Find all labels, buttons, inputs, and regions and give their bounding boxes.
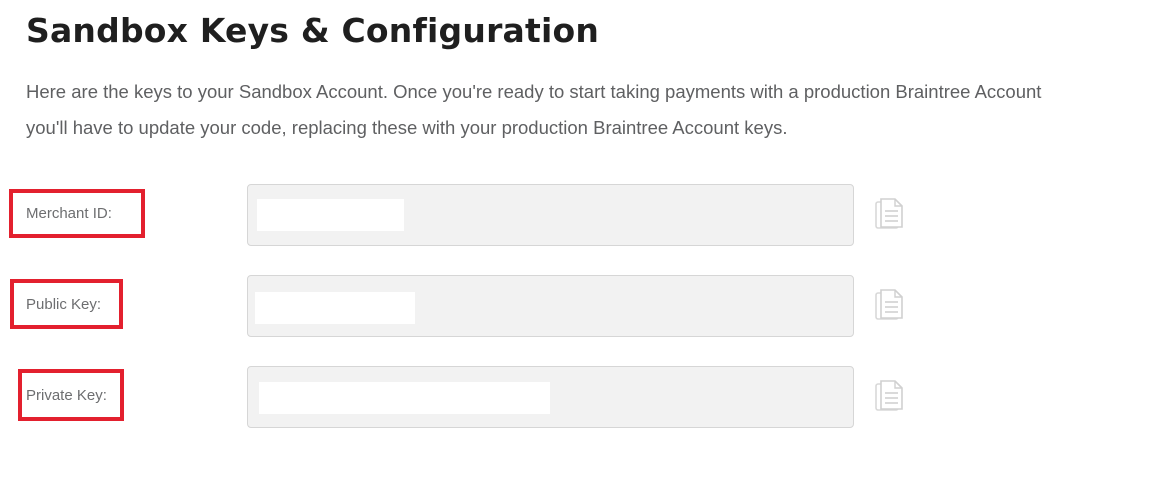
page-title: Sandbox Keys & Configuration [26, 11, 600, 50]
public-key-label: Public Key: [26, 296, 102, 313]
intro-text: Here are the keys to your Sandbox Accoun… [26, 74, 1157, 146]
copy-merchant-id-icon [875, 198, 903, 229]
private-key-field[interactable] [247, 366, 854, 428]
copy-icon[interactable] [875, 197, 905, 231]
merchant-id-label: Merchant ID: [26, 205, 112, 222]
public-key-field[interactable] [247, 275, 854, 337]
intro-line-2: you'll have to update your code, replaci… [26, 117, 788, 138]
merchant-id-value-redacted [257, 199, 404, 231]
public-key-value-redacted [255, 292, 415, 324]
private-key-label: Private Key: [26, 387, 107, 404]
copy-icon[interactable] [875, 288, 905, 322]
copy-public-key-icon [875, 289, 903, 320]
intro-line-1: Here are the keys to your Sandbox Accoun… [26, 81, 1042, 102]
copy-private-key-icon [875, 380, 903, 411]
merchant-id-field[interactable] [247, 184, 854, 246]
copy-icon[interactable] [875, 379, 905, 413]
private-key-value-redacted [259, 382, 550, 414]
